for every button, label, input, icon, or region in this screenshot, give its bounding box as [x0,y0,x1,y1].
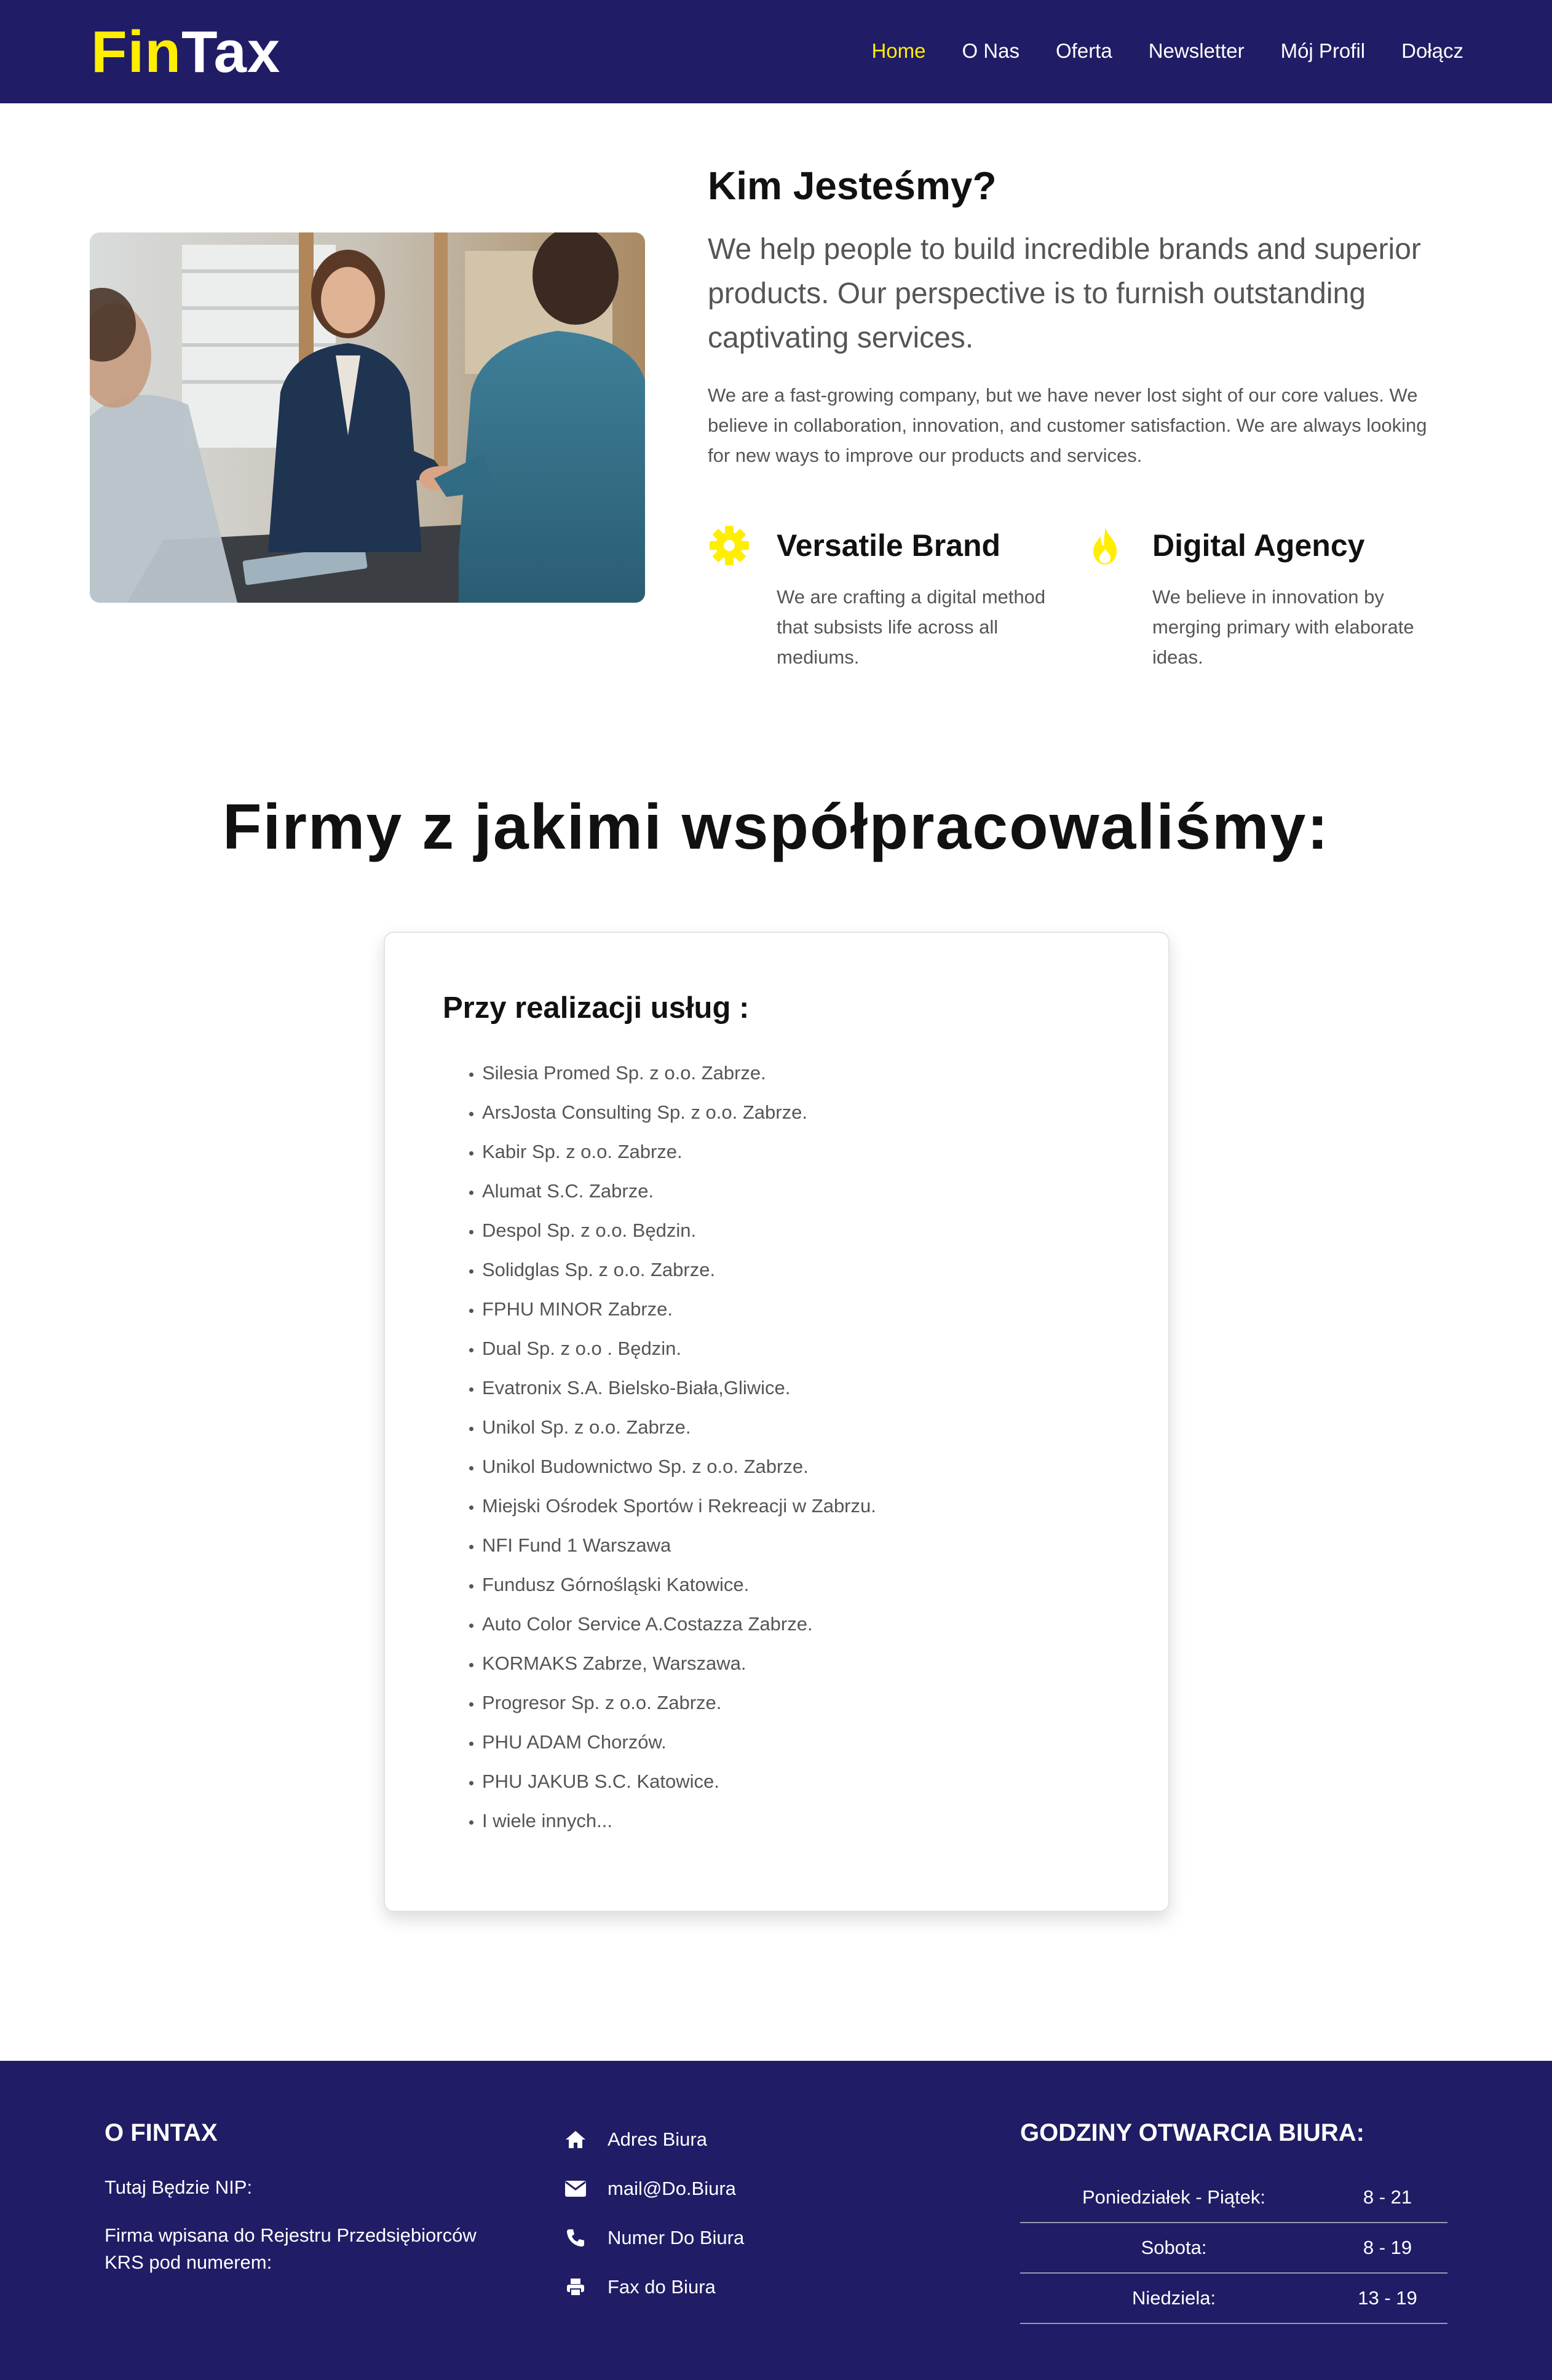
printer-icon [564,2276,587,2298]
logo-fin: Fin [91,19,181,85]
partners-card: Przy realizacji usług : Silesia Promed S… [384,932,1170,1912]
list-item: KORMAKS Zabrze, Warszawa. [482,1644,1128,1683]
contact-address[interactable]: Adres Biura [564,2115,933,2164]
footer-about-heading: O FINTAX [105,2119,218,2146]
hours-row: Poniedziałek - Piątek: 8 - 21 [1020,2173,1447,2223]
nav-home[interactable]: Home [871,36,925,66]
list-item: Auto Color Service A.Costazza Zabrze. [482,1605,1128,1644]
feature-text: We believe in innovation by merging prim… [1152,586,1414,668]
list-item: FPHU MINOR Zabrze. [482,1290,1128,1329]
hours-time: 8 - 19 [1363,2237,1412,2258]
feature-title: Digital Agency [1152,528,1365,563]
nav-oferta[interactable]: Oferta [1056,36,1112,66]
hours-row: Sobota: 8 - 19 [1020,2223,1447,2274]
list-item: PHU ADAM Chorzów. [482,1723,1128,1762]
nav-moj-profil[interactable]: Mój Profil [1281,36,1366,66]
hours-day: Sobota: [1141,2237,1207,2258]
footer-krs: Firma wpisana do Rejestru Przedsiębiorcó… [105,2224,477,2273]
envelope-icon [564,2178,587,2200]
hours-day: Poniedziałek - Piątek: [1082,2186,1266,2208]
site-header: FinTax Home O Nas Oferta Newsletter Mój … [0,0,1552,103]
logo-tax: Tax [181,19,281,85]
hours-table: Poniedziałek - Piątek: 8 - 21 Sobota: 8 … [1020,2173,1447,2324]
list-item: PHU JAKUB S.C. Katowice. [482,1762,1128,1801]
hours-time: 8 - 21 [1363,2186,1412,2208]
list-item: Despol Sp. z o.o. Będzin. [482,1211,1128,1250]
contact-email[interactable]: mail@Do.Biura [564,2164,933,2213]
business-handshake-photo [90,232,645,603]
hours-day: Niedziela: [1131,2287,1216,2309]
feature-title: Versatile Brand [777,528,1001,563]
site-footer: O FINTAX Tutaj Będzie NIP: Firma wpisana… [0,2061,1552,2380]
list-item: I wiele innych... [482,1801,1128,1841]
phone-icon [564,2227,587,2249]
list-item: Miejski Ośrodek Sportów i Rekreacji w Za… [482,1486,1128,1526]
contact-text: Fax do Biura [608,2276,716,2298]
gear-icon [708,524,751,567]
fintax-logo[interactable]: FinTax [91,18,280,86]
partners-card-title: Przy realizacji usług : [443,991,750,1025]
list-item: Progresor Sp. z o.o. Zabrze. [482,1683,1128,1723]
list-item: Solidglas Sp. z o.o. Zabrze. [482,1250,1128,1290]
list-item: Alumat S.C. Zabrze. [482,1172,1128,1211]
list-item: ArsJosta Consulting Sp. z o.o. Zabrze. [482,1093,1128,1132]
nav-dolacz[interactable]: Dołącz [1401,36,1463,66]
contact-phone[interactable]: Numer Do Biura [564,2213,933,2263]
footer-hours: GODZINY OTWARCIA BIURA: Poniedziałek - P… [1020,2117,1447,2324]
footer-nip: Tutaj Będzie NIP: [105,2176,253,2198]
contact-text: Numer Do Biura [608,2227,745,2248]
hours-time: 13 - 19 [1358,2287,1417,2309]
partners-list: Silesia Promed Sp. z o.o. Zabrze. ArsJos… [482,1053,1128,1841]
footer-about: O FINTAX Tutaj Będzie NIP: Firma wpisana… [105,2117,535,2276]
about-body: We are a fast-growing company, but we ha… [708,384,1427,466]
list-item: Dual Sp. z o.o . Będzin. [482,1329,1128,1368]
main-nav: Home O Nas Oferta Newsletter Mój Profil … [835,36,1463,66]
list-item: NFI Fund 1 Warszawa [482,1526,1128,1565]
footer-hours-heading: GODZINY OTWARCIA BIURA: [1020,2119,1364,2146]
contact-fax[interactable]: Fax do Biura [564,2263,933,2312]
list-item: Fundusz Górnośląski Katowice. [482,1565,1128,1605]
flame-icon [1083,524,1126,567]
footer-contacts: Adres Biura mail@Do.Biura Numer Do Biura… [564,2115,933,2312]
about-title: Kim Jesteśmy? [708,164,997,208]
partners-title: Firmy z jakimi współpracowaliśmy: [223,791,1329,863]
list-item: Silesia Promed Sp. z o.o. Zabrze. [482,1053,1128,1093]
about-lead: We help people to build incredible brand… [708,233,1421,354]
feature-text: We are crafting a digital method that su… [777,586,1046,668]
contact-text: Adres Biura [608,2128,707,2150]
nav-o-nas[interactable]: O Nas [962,36,1019,66]
contact-text: mail@Do.Biura [608,2178,736,2199]
list-item: Kabir Sp. z o.o. Zabrze. [482,1132,1128,1172]
list-item: Unikol Budownictwo Sp. z o.o. Zabrze. [482,1447,1128,1486]
list-item: Evatronix S.A. Bielsko-Biała,Gliwice. [482,1368,1128,1408]
home-icon [564,2128,587,2151]
list-item: Unikol Sp. z o.o. Zabrze. [482,1408,1128,1447]
nav-newsletter[interactable]: Newsletter [1149,36,1245,66]
hours-row: Niedziela: 13 - 19 [1020,2274,1447,2324]
